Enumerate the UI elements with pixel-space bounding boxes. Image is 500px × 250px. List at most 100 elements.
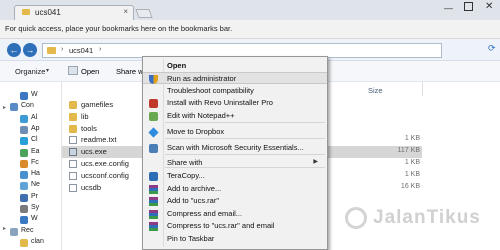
- winrar-icon: [149, 184, 158, 194]
- context-menu-label: Pin to Taskbar: [167, 234, 215, 243]
- notepad-icon: [149, 111, 158, 121]
- context-menu-label: Move to Dropbox: [167, 126, 225, 136]
- file-size: 1 KB: [404, 170, 420, 178]
- nav-item-icon: [10, 103, 18, 112]
- file-name: ucsdb: [81, 182, 102, 192]
- refresh-icon[interactable]: ⟳: [488, 43, 496, 54]
- file-name: ucs.exe: [81, 147, 107, 157]
- context-menu-item[interactable]: Compress to "ucs.rar" and email: [143, 220, 327, 232]
- nav-item-label: Ea: [31, 147, 40, 155]
- nav-item-icon: [20, 125, 28, 134]
- nav-item-label: W: [31, 91, 38, 98]
- context-menu-label: Compress to "ucs.rar" and email: [167, 221, 275, 230]
- context-menu-item[interactable]: Add to "ucs.rar": [143, 195, 327, 207]
- context-menu-label: Add to archive...: [167, 183, 222, 193]
- menu-separator: [165, 122, 325, 123]
- watermark: JalanTikus: [373, 207, 481, 228]
- menu-separator: [165, 138, 325, 139]
- context-menu-item[interactable]: Pin to Taskbar: [143, 233, 327, 245]
- file-icon: [69, 136, 77, 145]
- folder-icon: [69, 101, 77, 109]
- context-menu-label: Run as administrator: [167, 74, 237, 83]
- nav-item-label: Fc: [31, 158, 39, 166]
- mse-icon: [149, 143, 158, 153]
- context-menu-item[interactable]: Compress and email...: [143, 208, 327, 220]
- folder-icon: [22, 9, 30, 15]
- context-menu-label: Add to "ucs.rar": [167, 196, 220, 205]
- nav-item-label: Rec: [21, 226, 34, 234]
- file-name: ucsconf.config: [81, 170, 129, 180]
- open-icon[interactable]: [68, 66, 78, 75]
- menu-separator: [165, 167, 325, 168]
- navigation-pane: WConAlApClEaFcHaNePrSyWRecclanca▸▸: [0, 82, 62, 250]
- file-name: gamefiles: [81, 100, 114, 109]
- open-button[interactable]: Open: [81, 67, 99, 76]
- winrar-icon: [149, 222, 158, 231]
- chevron-down-icon[interactable]: ▾: [46, 67, 49, 74]
- maximize-icon[interactable]: [464, 2, 473, 11]
- nav-item-icon: [20, 148, 28, 157]
- window-close-icon[interactable]: ✕: [485, 1, 493, 12]
- back-button[interactable]: ←: [7, 43, 21, 57]
- context-menu-label: Share with: [167, 158, 203, 167]
- context-menu-item[interactable]: Add to archive...: [143, 183, 327, 195]
- folder-icon: [69, 124, 77, 133]
- file-name: ucs.exe.config: [81, 159, 129, 168]
- forward-button[interactable]: →: [23, 43, 37, 57]
- context-menu-label: Scan with Microsoft Security Essentials.…: [167, 142, 304, 152]
- context-menu-item[interactable]: Edit with Notepad++: [143, 110, 327, 122]
- nav-item-label: Cl: [31, 136, 38, 144]
- context-menu-label: Edit with Notepad++: [167, 110, 235, 120]
- context-menu-item[interactable]: Scan with Microsoft Security Essentials.…: [143, 142, 327, 154]
- file-size: 117 KB: [397, 147, 420, 155]
- expand-arrow-icon[interactable]: ▸: [3, 225, 6, 232]
- context-menu-item[interactable]: Install with Revo Uninstaller Pro: [143, 97, 327, 109]
- submenu-arrow-icon: ▶: [313, 159, 318, 165]
- browser-tab-strip: ucs041 × — ✕: [0, 0, 500, 20]
- file-size: 1 KB: [404, 135, 420, 143]
- file-name: readme.txt: [81, 135, 117, 145]
- winrar-icon: [149, 209, 158, 219]
- expand-arrow-icon[interactable]: ▸: [3, 104, 6, 111]
- winrar-icon: [149, 197, 158, 206]
- context-menu-label: Troubleshoot compatibility: [167, 85, 254, 95]
- browser-tab[interactable]: ucs041 ×: [14, 5, 134, 20]
- shield-icon: [149, 75, 158, 84]
- breadcrumb-separator-icon[interactable]: ›: [61, 46, 63, 53]
- file-size: 1 KB: [404, 159, 420, 166]
- context-menu-item[interactable]: Troubleshoot compatibility: [143, 85, 327, 97]
- nav-item-label: W: [31, 215, 38, 223]
- nav-item-icon: [20, 114, 28, 123]
- new-tab-button[interactable]: [135, 9, 153, 18]
- breadcrumb-separator-icon[interactable]: ›: [99, 46, 101, 53]
- nav-item-icon: [20, 92, 28, 100]
- context-menu-item[interactable]: Run as administrator: [143, 72, 327, 84]
- exe-file-icon: [69, 148, 77, 157]
- dropbox-icon: [148, 126, 159, 138]
- nav-item-icon: [20, 171, 28, 180]
- menu-separator: [165, 154, 325, 155]
- nav-item-icon: [20, 205, 28, 213]
- column-divider[interactable]: [422, 82, 423, 96]
- nav-item-label: Ne: [31, 181, 40, 189]
- file-icon: [69, 183, 77, 192]
- nav-item-icon: [20, 238, 28, 247]
- nav-item-label: Ap: [31, 124, 40, 132]
- tab-close-icon[interactable]: ×: [123, 7, 128, 16]
- nav-item-label: Con: [21, 102, 34, 110]
- minimize-icon[interactable]: —: [444, 3, 453, 13]
- context-menu-item[interactable]: Move to Dropbox: [143, 126, 327, 138]
- column-header-size[interactable]: Size: [368, 86, 383, 95]
- nav-item-icon: [20, 159, 28, 168]
- context-menu-item[interactable]: Open: [143, 60, 327, 72]
- nav-item-icon: [20, 193, 28, 202]
- nav-item-label: Sy: [31, 204, 40, 211]
- nav-item-label: Pr: [31, 192, 38, 200]
- context-menu-item[interactable]: TeraCopy...: [143, 170, 327, 182]
- file-name: tools: [81, 123, 97, 133]
- breadcrumb-path[interactable]: ucs041: [69, 46, 93, 55]
- folder-icon: [69, 112, 77, 121]
- teracopy-icon: [149, 172, 158, 181]
- file-size: 16 KB: [400, 182, 420, 190]
- organize-button[interactable]: Organize: [15, 67, 45, 76]
